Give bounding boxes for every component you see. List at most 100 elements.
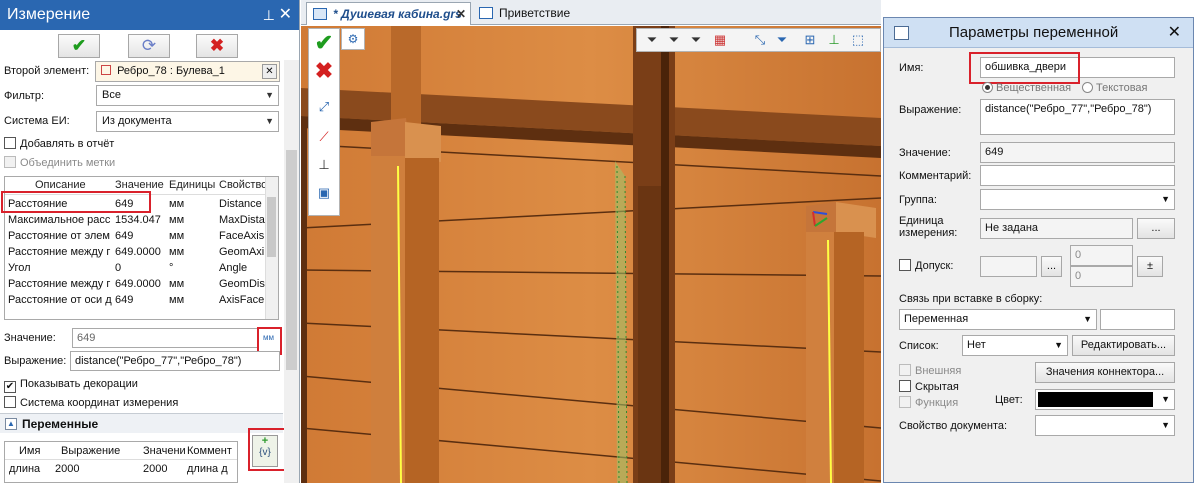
col-description[interactable]: Описание: [35, 179, 115, 191]
document-icon: [313, 8, 327, 20]
collapse-icon[interactable]: ▲: [5, 418, 17, 430]
flag-icon: [479, 7, 493, 19]
snap-icon[interactable]: ⤡: [749, 30, 771, 50]
scroll-thumb[interactable]: [267, 197, 276, 257]
vars-table-header: Имя Выражение Значени Коммент: [5, 442, 237, 460]
add-to-report-label: Добавлять в отчёт: [20, 138, 115, 150]
unit-label-line1: Единица: [899, 215, 944, 227]
col-value[interactable]: Значение: [115, 179, 167, 191]
color-select[interactable]: ▼: [1035, 389, 1175, 410]
axes-icon[interactable]: ⊥: [313, 155, 335, 175]
units-system-select[interactable]: Из документа ▼: [96, 111, 279, 132]
second-element-field[interactable]: Ребро_78 : Булева_1 ✕: [95, 61, 280, 82]
structure-tree-button[interactable]: ⚙: [341, 28, 365, 50]
chevron-down-icon: ▼: [265, 116, 274, 126]
pin-icon[interactable]: ⊥: [263, 0, 275, 30]
expression-field[interactable]: distance("Ребро_77","Ребро_78"): [70, 351, 280, 371]
table-cell: Угол: [8, 262, 31, 274]
table-cell: мм: [169, 214, 185, 226]
doc-property-select[interactable]: ▼: [1035, 415, 1175, 436]
snap-filter-icon[interactable]: ⏷: [771, 30, 793, 50]
value-field[interactable]: 649: [72, 328, 258, 348]
vars-col-name[interactable]: Имя: [19, 445, 55, 457]
select-color-icon[interactable]: ▦: [709, 30, 731, 50]
element-icon: [101, 65, 111, 75]
3d-viewport[interactable]: [301, 26, 881, 483]
hidden-checkbox[interactable]: Скрытая: [899, 380, 959, 393]
table-scrollbar[interactable]: [265, 177, 278, 319]
measure-cs-checkbox[interactable]: Система координат измерения: [4, 393, 178, 413]
table-row[interactable]: Расстояние между г 649.0000 мм GeomAxi: [5, 244, 267, 260]
table-cell: 649: [115, 230, 134, 242]
radio-text[interactable]: Текстовая: [1082, 82, 1147, 94]
table-cell: Angle: [219, 262, 248, 274]
chevron-down-icon: ▼: [1054, 340, 1063, 350]
table-cell: GeomDis: [219, 278, 265, 290]
filter-select[interactable]: Все ▼: [96, 85, 279, 106]
filter-icon[interactable]: ⏷: [641, 30, 663, 50]
apply-icon[interactable]: ✔: [313, 32, 335, 54]
table-cell: 0: [115, 262, 122, 274]
variables-section-header[interactable]: ▲ Переменные: [0, 413, 283, 433]
link-select[interactable]: Переменная ▼: [899, 309, 1097, 330]
table-cell: °: [169, 262, 174, 274]
vars-col-value[interactable]: Значени: [143, 445, 185, 457]
table-row[interactable]: Максимальное расс 1534.047 мм MaxDista: [5, 212, 267, 228]
radio-real[interactable]: Вещественная: [982, 82, 1071, 94]
close-icon[interactable]: ✕: [1168, 18, 1181, 48]
checkbox-box: [899, 396, 911, 408]
table-row[interactable]: Расстояние от элем 649 мм FaceAxis: [5, 228, 267, 244]
filter-faces-icon[interactable]: ⏷: [685, 30, 707, 50]
grid-icon[interactable]: ⊞: [799, 30, 821, 50]
connector-values-button[interactable]: Значения коннектора...: [1035, 362, 1175, 383]
unit-browse-button[interactable]: ...: [1137, 218, 1175, 239]
checkbox-box: [899, 364, 911, 376]
measure-line-icon[interactable]: ⟋: [313, 127, 335, 147]
save-axes-icon[interactable]: ▣: [313, 183, 335, 203]
table-cell: 649.0000: [115, 278, 161, 290]
close-icon[interactable]: ✕: [279, 0, 292, 30]
value-label: Значение:: [899, 147, 951, 159]
vars-col-expression[interactable]: Выражение: [61, 445, 141, 457]
show-decorations-checkbox[interactable]: ✔ Показывать декорации: [4, 374, 138, 394]
link-extra-field[interactable]: [1100, 309, 1175, 330]
refresh-button[interactable]: ⟳: [128, 34, 170, 58]
table-row[interactable]: Расстояние от оси д 649 мм AxisFace: [5, 292, 267, 308]
clear-icon[interactable]: ✕: [262, 64, 277, 79]
filter-edges-icon[interactable]: ⏷: [663, 30, 685, 50]
measure-distance-icon[interactable]: ⤢: [313, 97, 335, 117]
table-cell: мм: [169, 198, 185, 210]
tab-welcome[interactable]: Приветствие: [473, 2, 583, 25]
tolerance-upper: 0: [1070, 245, 1133, 266]
ok-button[interactable]: ✔: [58, 34, 100, 58]
plus-minus-button[interactable]: ±: [1137, 256, 1163, 277]
table-row[interactable]: Расстояние между г 649.0000 мм GeomDis: [5, 276, 267, 292]
scroll-thumb[interactable]: [286, 150, 297, 370]
tab-shower-cabin[interactable]: * Душевая кабина.grs ✕: [306, 2, 471, 25]
table-row[interactable]: длина 2000 2000 длина д: [5, 461, 237, 477]
list-label: Список:: [899, 340, 939, 352]
col-units[interactable]: Единицы: [169, 179, 219, 191]
variables-table[interactable]: Имя Выражение Значени Коммент длина 2000…: [4, 441, 238, 483]
view-icon[interactable]: ⬚: [847, 30, 869, 50]
tolerance-checkbox[interactable]: Допуск:: [899, 259, 953, 272]
comment-input[interactable]: [980, 165, 1175, 186]
add-to-report-checkbox[interactable]: Добавлять в отчёт: [4, 134, 114, 154]
table-cell: Максимальное расс: [8, 214, 111, 226]
close-tab-icon[interactable]: ✕: [456, 3, 466, 25]
axis-icon[interactable]: ⊥: [823, 30, 845, 50]
merge-marks-checkbox: Объединить метки: [4, 153, 115, 173]
panel-scrollbar[interactable]: [284, 60, 299, 483]
group-select[interactable]: ▼: [980, 189, 1175, 210]
vars-col-comment[interactable]: Коммент: [187, 445, 235, 457]
expression-input[interactable]: distance("Ребро_77","Ребро_78"): [980, 99, 1175, 135]
list-select[interactable]: Нет ▼: [962, 335, 1068, 356]
tolerance-browse-button[interactable]: ...: [1041, 256, 1062, 277]
cancel-icon[interactable]: ✖: [313, 60, 335, 82]
comment-label: Комментарий:: [899, 170, 972, 182]
edit-list-button[interactable]: Редактировать...: [1072, 335, 1175, 356]
table-cell: 649.0000: [115, 246, 161, 258]
col-property[interactable]: Свойство: [219, 179, 267, 191]
cancel-button[interactable]: ✖: [196, 34, 238, 58]
table-row[interactable]: Угол 0 ° Angle: [5, 260, 267, 276]
